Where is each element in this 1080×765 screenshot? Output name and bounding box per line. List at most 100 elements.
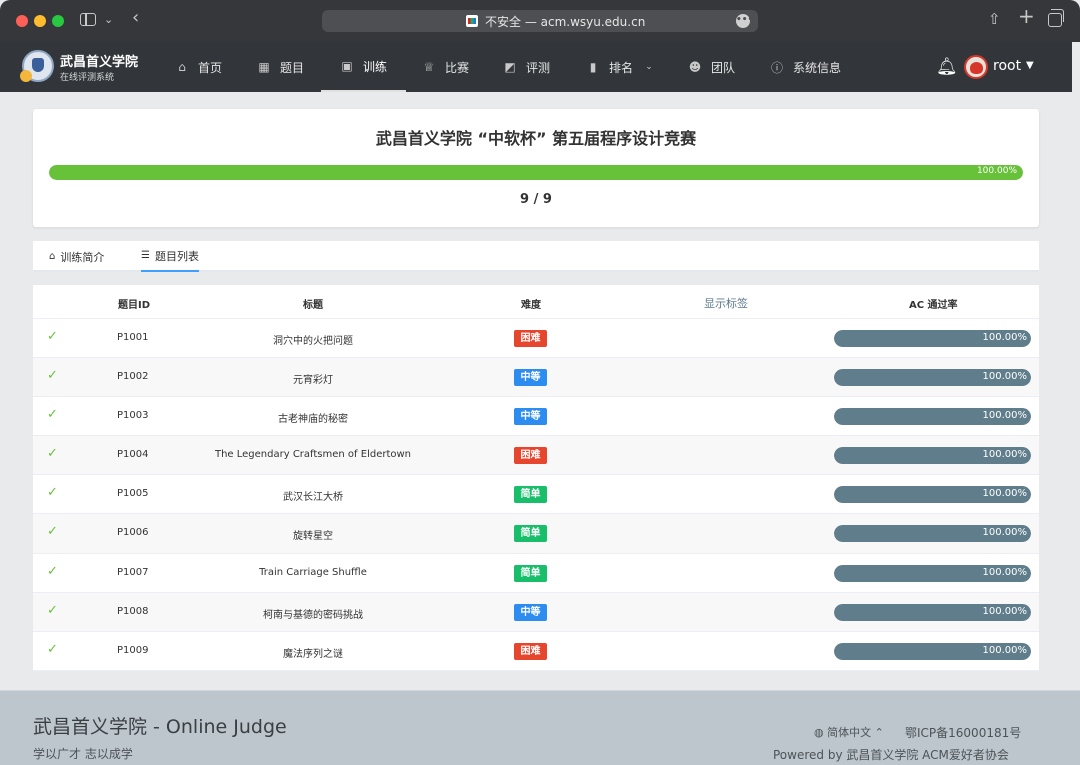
- language-switcher[interactable]: ◍ 简体中文 ⌃: [814, 724, 884, 740]
- ac-rate-fill: 100.00%: [834, 369, 1031, 387]
- page-scrollbar[interactable]: [1072, 42, 1080, 692]
- check-icon: ✓: [47, 602, 58, 618]
- progress-bar: 100.00%: [49, 165, 1023, 180]
- address-bar[interactable]: 不安全 — acm.wsyu.edu.cn •••: [322, 10, 758, 32]
- bar-chart-icon: ▮: [589, 60, 597, 74]
- username[interactable]: root: [993, 58, 1021, 74]
- check-icon: ✓: [47, 485, 58, 501]
- check-icon: ✓: [47, 329, 58, 344]
- difficulty-tag: 中等: [514, 369, 547, 387]
- avatar[interactable]: [964, 55, 988, 79]
- new-tab-icon[interactable]: +: [1018, 6, 1035, 26]
- header-title: 标题: [303, 300, 323, 311]
- language-label: 简体中文: [827, 726, 872, 739]
- users-icon: ☻: [688, 60, 702, 74]
- problem-id[interactable]: P1008: [117, 606, 148, 617]
- table-row[interactable]: ✓ P1005 武汉长江大桥 简单 100.00%: [33, 475, 1039, 515]
- problem-id[interactable]: P1004: [117, 449, 148, 460]
- problem-title[interactable]: The Legendary Craftsmen of Eldertown: [215, 449, 411, 460]
- ac-rate-bar: 100.00%: [834, 525, 1031, 543]
- bell-icon[interactable]: 🔔︎: [936, 57, 958, 77]
- problem-title[interactable]: 旋转星空: [293, 527, 333, 542]
- grid-icon: ▦: [258, 60, 270, 74]
- ac-rate-fill: 100.00%: [834, 486, 1031, 504]
- problem-id[interactable]: P1001: [117, 332, 148, 343]
- nav-label: 排名: [609, 60, 634, 75]
- home-icon: ⌂: [49, 251, 56, 262]
- home-icon: ⌂: [178, 60, 186, 74]
- nav-item-home[interactable]: ⌂ 首页: [175, 42, 222, 92]
- contest-title: 武昌首义学院 “中软杯” 第五届程序设计竞赛: [375, 129, 697, 148]
- problem-id[interactable]: P1007: [117, 567, 148, 578]
- tab-label: 题目列表: [154, 249, 199, 263]
- problem-title[interactable]: 洞穴中的火把问题: [273, 332, 353, 347]
- nav-label: 评测: [526, 60, 551, 75]
- ac-rate-text: 100.00%: [982, 410, 1028, 422]
- problem-title[interactable]: 古老神庙的秘密: [278, 410, 348, 425]
- problem-title[interactable]: 柯南与基德的密码挑战: [263, 606, 363, 621]
- problem-id[interactable]: P1002: [117, 371, 148, 382]
- difficulty-tag: 困难: [514, 330, 547, 347]
- ac-rate-text: 100.00%: [982, 644, 1028, 656]
- icp-link[interactable]: 鄂ICP备16000181号: [905, 724, 1021, 741]
- powered-by: Powered by 武昌首义学院 ACM爱好者协会: [773, 748, 1009, 762]
- share-icon[interactable]: ⇧: [988, 11, 1001, 27]
- sidebar-toggle-icon[interactable]: [80, 13, 96, 26]
- nav-item-contest[interactable]: ♕ 比赛: [422, 42, 469, 92]
- globe-icon: ◍: [814, 726, 824, 739]
- table-row[interactable]: ✓ P1008 柯南与基德的密码挑战 中等 100.00%: [33, 592, 1039, 632]
- nav-item-status[interactable]: ◩ 评测: [503, 42, 550, 92]
- ac-rate-bar: 100.00%: [834, 369, 1031, 387]
- problem-id[interactable]: P1003: [117, 410, 148, 421]
- close-window-button[interactable]: [16, 15, 28, 27]
- caret-down-icon[interactable]: ▼: [1026, 60, 1034, 71]
- back-arrow-icon[interactable]: ‹: [132, 9, 139, 27]
- table-row[interactable]: ✓ P1002 元宵彩灯 中等 100.00%: [33, 358, 1039, 398]
- browser-toolbar: ⌄ ‹ 不安全 — acm.wsyu.edu.cn ••• ⇧ +: [0, 0, 1080, 42]
- check-icon: ✓: [47, 368, 58, 384]
- chevron-down-icon[interactable]: ⌄: [104, 12, 113, 28]
- problem-id[interactable]: P1006: [117, 527, 148, 538]
- ac-rate-fill: 100.00%: [834, 408, 1031, 426]
- school-logo[interactable]: [20, 50, 54, 82]
- ac-rate-bar: 100.00%: [834, 447, 1031, 465]
- table-row[interactable]: ✓ P1004 The Legendary Craftsmen of Elderto…: [33, 436, 1039, 476]
- minimize-window-button[interactable]: [34, 15, 46, 27]
- progress-text: 100.00%: [976, 166, 1017, 176]
- table-body: ✓ P1001 洞穴中的火把问题 困难 100.00% ✓ P1002 元宵彩灯 中等 100.0…: [33, 319, 1039, 671]
- table-row[interactable]: ✓ P1001 洞穴中的火把问题 困难 100.00%: [33, 319, 1039, 359]
- problem-title[interactable]: 元宵彩灯: [293, 371, 333, 386]
- table-row[interactable]: ✓ P1003 古老神庙的秘密 中等 100.00%: [33, 397, 1039, 437]
- trophy-icon: ♕: [423, 60, 435, 74]
- url-text: 不安全 — acm.wsyu.edu.cn: [485, 15, 646, 29]
- nav-item-rank[interactable]: ▮ 排名 ⌄: [586, 42, 656, 92]
- table-row[interactable]: ✓ P1007 Train Carriage Shuffle 简单 100.00%: [33, 554, 1039, 593]
- table-row[interactable]: ✓ P1009 魔法序列之谜 困难 100.00%: [33, 632, 1039, 671]
- site-favicon-icon: [466, 15, 478, 27]
- problem-id[interactable]: P1005: [117, 488, 148, 499]
- info-icon: ⓘ: [770, 60, 783, 75]
- problem-title[interactable]: Train Carriage Shuffle: [259, 567, 367, 578]
- table-row[interactable]: ✓ P1006 旋转星空 简单 100.00%: [33, 514, 1039, 554]
- nav-item-training[interactable]: ▣ 训练: [321, 42, 407, 92]
- check-icon: ✓: [47, 563, 58, 579]
- problem-title[interactable]: 武汉长江大桥: [283, 488, 343, 503]
- problem-title[interactable]: 魔法序列之谜: [283, 645, 343, 660]
- ac-rate-text: 100.00%: [982, 332, 1028, 343]
- ac-rate-bar: 100.00%: [834, 486, 1031, 504]
- tab-problem-list[interactable]: ☰ 题目列表: [141, 241, 199, 272]
- ac-rate-fill: 100.00%: [834, 330, 1031, 347]
- zoom-window-button[interactable]: [52, 15, 64, 27]
- tab-overview-icon[interactable]: [1048, 9, 1064, 27]
- tab-training-intro[interactable]: ⌂ 训练简介: [49, 241, 104, 272]
- nav-item-team[interactable]: ☻ 团队: [688, 42, 735, 92]
- problem-id[interactable]: P1009: [117, 645, 148, 656]
- ac-rate-fill: 100.00%: [834, 525, 1031, 543]
- chevron-down-icon: ⌄: [645, 62, 653, 72]
- nav-item-problems[interactable]: ▦ 题目: [257, 42, 304, 92]
- nav-item-system-info[interactable]: ⓘ 系统信息: [770, 42, 841, 92]
- page-menu-icon[interactable]: •••: [736, 14, 753, 28]
- show-tags-toggle[interactable]: 显示标签: [704, 295, 748, 311]
- difficulty-tag: 简单: [514, 525, 547, 543]
- progress-fill: 100.00%: [49, 165, 1023, 180]
